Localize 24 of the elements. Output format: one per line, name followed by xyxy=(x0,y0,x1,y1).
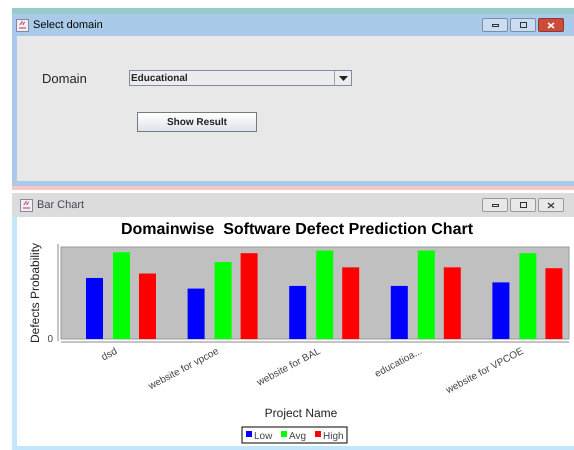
close-button[interactable] xyxy=(538,18,564,32)
maximize-button[interactable] xyxy=(510,198,536,212)
window-title: Select domain xyxy=(33,18,103,33)
legend-label: Low xyxy=(254,431,272,442)
close-button[interactable] xyxy=(538,198,564,212)
close-icon xyxy=(547,202,555,208)
x-axis-label: Project Name xyxy=(264,406,338,420)
app-icon xyxy=(20,198,33,212)
window-title: Bar Chart xyxy=(37,198,84,213)
close-icon xyxy=(547,22,555,28)
legend-label: High xyxy=(323,431,344,442)
minimize-button[interactable] xyxy=(482,18,508,32)
app-icon xyxy=(16,18,29,32)
domain-label: Domain xyxy=(42,70,87,88)
chart-title: Domainwise Software Defect Prediction Chart xyxy=(120,221,474,238)
show-result-button[interactable]: Show Result xyxy=(137,112,257,132)
legend-label: Avg xyxy=(289,431,306,442)
y-axis-label: Defects Probability xyxy=(28,242,42,344)
minimize-button[interactable] xyxy=(482,198,508,212)
maximize-button[interactable] xyxy=(510,18,536,32)
y-tick-label: 0 xyxy=(47,334,53,345)
domain-dropdown[interactable]: Educational xyxy=(129,70,352,86)
x-tick-label: dsd xyxy=(100,346,120,364)
dropdown-arrow-icon xyxy=(338,76,348,80)
